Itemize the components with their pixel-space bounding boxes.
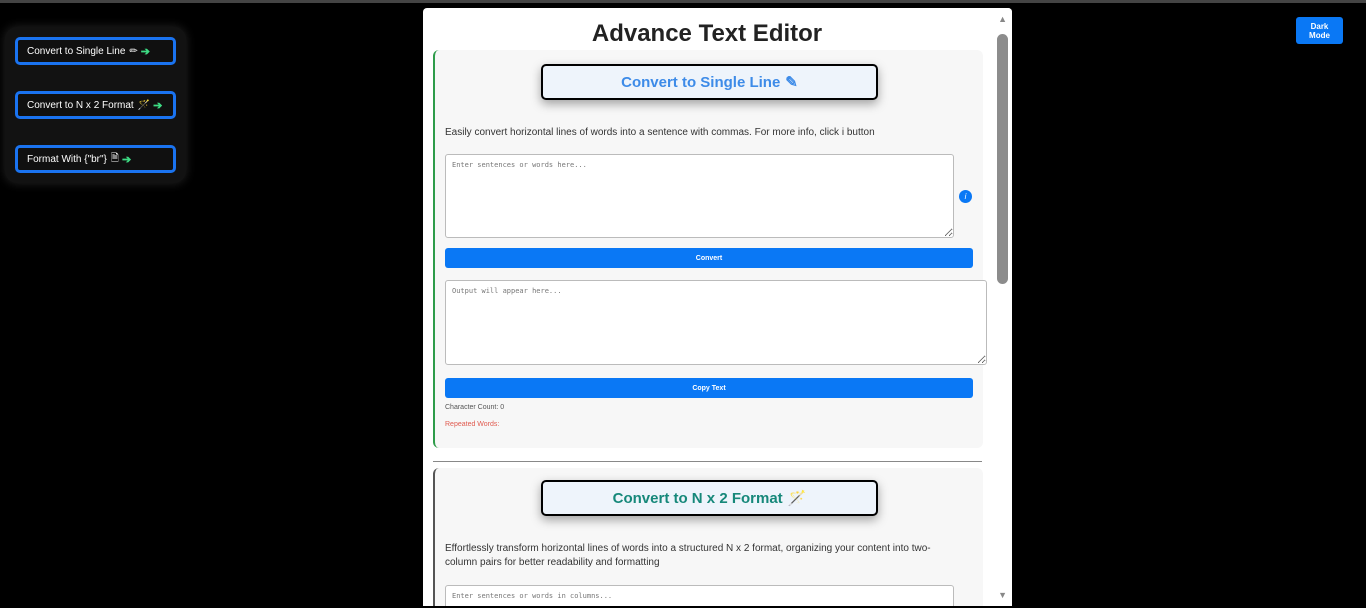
arrow-right-icon: ➔: [121, 153, 132, 166]
arrow-right-icon: ➔: [153, 99, 163, 112]
page-title: Advance Text Editor: [591, 20, 823, 47]
section-divider: [433, 461, 982, 462]
scrollbar-thumb[interactable]: [997, 34, 1008, 284]
file-icon: 🗎: [110, 152, 119, 164]
character-count: Character Count: 0: [445, 404, 505, 411]
main-panel: Advance Text Editor Convert to Single Li…: [423, 8, 1012, 606]
output-textarea[interactable]: [445, 280, 987, 365]
arrow-right-icon: ➔: [140, 45, 151, 58]
magic-wand-icon: 🪄: [787, 490, 807, 507]
single-line-section: Convert to Single Line ✎ Easily convert …: [433, 50, 987, 448]
pencil-icon: ✎: [785, 74, 798, 91]
sidebar-item-single-line[interactable]: Convert to Single Line ✏ ➔: [15, 37, 176, 65]
scrollbar[interactable]: ▲ ▼: [995, 8, 1012, 606]
nx2-format-section: Convert to N x 2 Format 🪄 Effortlessly t…: [433, 468, 983, 606]
section-description: Effortlessly transform horizontal lines …: [445, 543, 931, 568]
section-heading-label: Convert to Single Line: [621, 73, 781, 91]
sidebar: Convert to Single Line ✏ ➔ Convert to N …: [5, 27, 186, 183]
scroll-down-icon[interactable]: ▼: [998, 590, 1007, 600]
scroll-up-icon[interactable]: ▲: [998, 14, 1007, 24]
sidebar-item-format-br[interactable]: Format With {"br"} 🗎 ➔: [15, 145, 176, 173]
sidebar-item-label: Convert to Single Line: [27, 45, 126, 57]
section-heading-label: Convert to N x 2 Format: [612, 489, 783, 507]
nx2-format-heading-button[interactable]: Convert to N x 2 Format 🪄: [541, 480, 878, 516]
copy-text-button[interactable]: Copy Text: [445, 378, 973, 398]
convert-button[interactable]: Convert: [445, 248, 973, 268]
magic-wand-icon: 🪄: [137, 99, 151, 111]
section-description: Easily convert horizontal lines of words…: [445, 127, 875, 138]
columns-input[interactable]: [445, 585, 954, 606]
dark-mode-button[interactable]: Dark Mode: [1296, 17, 1343, 44]
repeated-words: Repeated Words:: [445, 421, 500, 428]
sidebar-item-nx2-format[interactable]: Convert to N x 2 Format 🪄 ➔: [15, 91, 176, 119]
info-icon[interactable]: i: [959, 190, 972, 203]
top-border: [0, 0, 1366, 3]
single-line-heading-button[interactable]: Convert to Single Line ✎: [541, 64, 878, 100]
pencil-icon: ✏: [129, 45, 138, 57]
sidebar-item-label: Format With {"br"}: [27, 153, 107, 165]
sidebar-item-label: Convert to N x 2 Format: [27, 99, 134, 111]
sentence-input[interactable]: [445, 154, 954, 238]
